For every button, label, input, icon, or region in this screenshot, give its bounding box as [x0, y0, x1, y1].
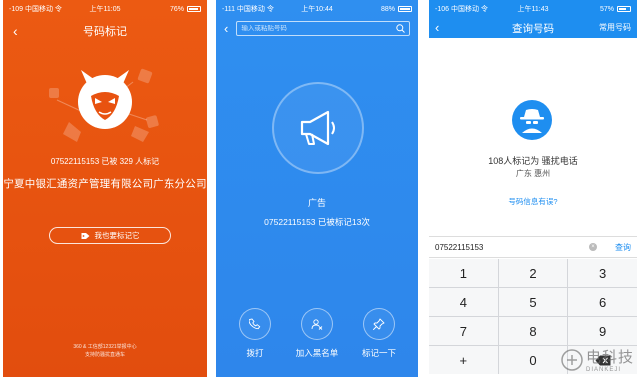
battery-icon — [617, 6, 631, 12]
carrier: -106 中国移动 令 — [435, 6, 488, 13]
add-blacklist-label: 加入黑名单 — [295, 348, 339, 358]
nav-bar: ‹ 号码标记 — [3, 18, 207, 44]
footer-line-1: 360 & 工信部12321举报中心 — [73, 344, 137, 350]
pin-icon — [373, 318, 385, 330]
mark-it-button[interactable]: 我也要标记它 — [49, 227, 171, 244]
battery-icon — [187, 6, 201, 12]
status-bar: -111 中国移动 令 上午10:44 88% — [216, 0, 418, 18]
search-icon[interactable] — [396, 23, 405, 33]
key-6[interactable]: 6 — [568, 288, 637, 316]
phone-number-mark-screen: -109 中国移动 令 上午11:05 76% ‹ 号码标记 075221151… — [3, 0, 207, 377]
key-2[interactable]: 2 — [498, 259, 568, 287]
battery-percent: 76% — [169, 5, 184, 13]
tag-summary: 108人标记为 骚扰电话 — [488, 156, 578, 166]
key-1[interactable]: 1 — [429, 259, 498, 287]
location: 广东 惠州 — [515, 169, 551, 178]
watermark-text: 电科技 — [585, 349, 634, 366]
phone-icon — [249, 318, 261, 330]
back-chevron-icon[interactable]: ‹ — [13, 23, 18, 39]
key-7[interactable]: 7 — [429, 317, 498, 345]
common-numbers-link[interactable]: 常用号码 — [599, 22, 631, 33]
query-button[interactable]: 查询 — [615, 242, 631, 253]
nav-bar: ‹ 查询号码 常用号码 — [429, 18, 637, 38]
page-title: 查询号码 — [512, 22, 554, 35]
devil-illustration — [43, 60, 167, 150]
block-user-icon — [311, 319, 323, 330]
query-number-screen: -106 中国移动 令 上午11:43 57% ‹ 查询号码 常用号码 108人… — [429, 0, 637, 377]
carrier: -109 中国移动 令 — [9, 6, 62, 13]
watermark-subtext: DIANKEJI — [585, 367, 621, 373]
company-name: 宁夏中银汇通资产管理有限公司广东分公司 — [3, 178, 207, 190]
search-input[interactable] — [241, 24, 342, 32]
screenshot-collage: -109 中国移动 令 上午11:05 76% ‹ 号码标记 075221151… — [0, 0, 640, 377]
battery-icon — [398, 6, 412, 12]
number-input[interactable] — [435, 242, 589, 252]
footer-info: 360 & 工信部12321举报中心 支持防骚扰直通车 — [3, 343, 207, 359]
mark-button[interactable]: 标记一下 — [349, 308, 409, 359]
mark-count: 07522115153 已被 329 人标记 — [50, 157, 160, 166]
page-title: 号码标记 — [83, 26, 127, 38]
key-0[interactable]: 0 — [498, 346, 568, 374]
back-chevron-icon[interactable]: ‹ — [224, 21, 228, 36]
report-wrong-info-link[interactable]: 号码信息有误? — [429, 196, 637, 207]
key-8[interactable]: 8 — [498, 317, 568, 345]
call-label: 拨打 — [246, 348, 264, 358]
spy-avatar — [512, 100, 552, 140]
category-label: 广告 — [307, 198, 326, 208]
footer-line-2: 支持防骚扰直通车 — [84, 352, 125, 358]
nav-bar: ‹ — [216, 18, 418, 38]
mark-it-label: 我也要标记它 — [94, 231, 140, 240]
mark-count: 07522115153 已被标记13次 — [264, 217, 370, 227]
query-bar: × 查询 — [429, 236, 637, 258]
call-button[interactable]: 拨打 — [225, 308, 285, 359]
phone-number-lookup-screen: -111 中国移动 令 上午10:44 88% ‹ 广告 07522115153… — [216, 0, 418, 377]
battery-percent: 88% — [380, 5, 395, 13]
add-blacklist-button[interactable]: 加入黑名单 — [287, 308, 347, 359]
battery-percent: 57% — [599, 5, 614, 13]
action-row: 拨打 加入黑名单 标记一下 — [216, 308, 418, 359]
clear-icon[interactable]: × — [589, 243, 597, 251]
devil-mask-icon — [49, 68, 159, 142]
status-bar: -109 中国移动 令 上午11:05 76% — [3, 0, 207, 18]
tag-icon — [81, 232, 89, 239]
watermark: 电科技 DIANKEJI — [561, 346, 634, 373]
back-chevron-icon[interactable]: ‹ — [435, 20, 439, 35]
key-plus[interactable]: + — [429, 346, 498, 374]
watermark-logo-icon — [561, 348, 583, 371]
megaphone-icon — [300, 110, 335, 146]
status-bar: -106 中国移动 令 上午11:43 57% — [429, 0, 637, 18]
category-badge — [272, 82, 364, 174]
key-3[interactable]: 3 — [568, 259, 637, 287]
spy-icon — [520, 109, 544, 133]
key-4[interactable]: 4 — [429, 288, 498, 316]
key-9[interactable]: 9 — [568, 317, 637, 345]
mark-label: 标记一下 — [361, 348, 396, 358]
carrier: -111 中国移动 令 — [222, 6, 274, 13]
key-5[interactable]: 5 — [498, 288, 568, 316]
search-box — [236, 20, 410, 36]
